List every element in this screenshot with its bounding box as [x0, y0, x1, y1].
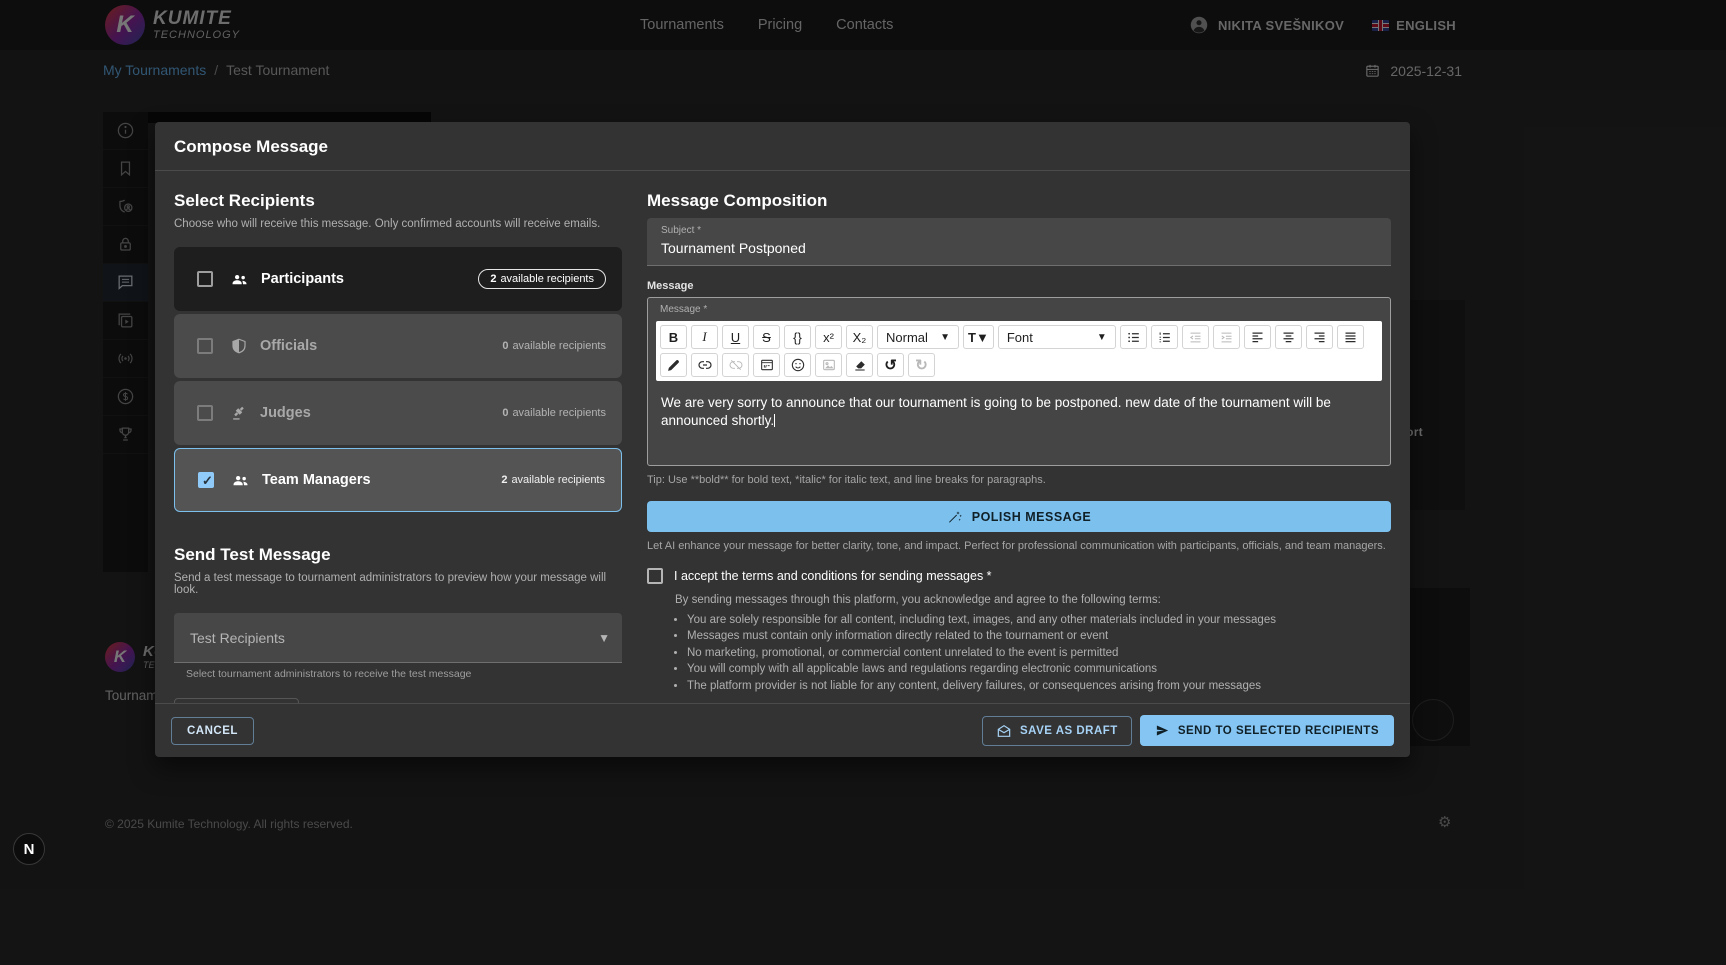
terms-checkbox-row[interactable]: I accept the terms and conditions for se…: [647, 568, 1391, 584]
subscript-button[interactable]: X₂: [846, 325, 873, 349]
send-icon: [1155, 723, 1170, 738]
insert-image-button: [815, 353, 842, 377]
participants-checkbox[interactable]: [197, 271, 213, 287]
chevron-down-icon: ▼: [976, 330, 989, 345]
terms-bullet: You will comply with all applicable laws…: [687, 662, 1391, 677]
terms-checkbox-label: I accept the terms and conditions for se…: [674, 569, 992, 583]
align-left-button[interactable]: [1244, 325, 1271, 349]
terms-bullet: Messages must contain only information d…: [687, 629, 1391, 644]
team-managers-checkbox[interactable]: [198, 472, 214, 488]
terms-checkbox[interactable]: [647, 568, 663, 584]
formatting-tip: Tip: Use **bold** for bold text, *italic…: [647, 474, 1391, 486]
terms-bullet: No marketing, promotional, or commercial…: [687, 646, 1391, 661]
recipient-group-officials: Officials 0available recipients: [174, 314, 622, 378]
subject-field[interactable]: Subject * Tournament Postponed: [647, 218, 1391, 266]
save-as-draft-button[interactable]: SAVE AS DRAFT: [982, 716, 1132, 746]
group-label: Judges: [260, 405, 311, 421]
emoji-button[interactable]: [784, 353, 811, 377]
recipient-group-participants[interactable]: Participants 2available recipients: [174, 247, 622, 311]
officials-checkbox: [197, 338, 213, 354]
pen-button[interactable]: [660, 353, 687, 377]
outdent-button: [1182, 325, 1209, 349]
composition-title: Message Composition: [647, 191, 1391, 211]
magic-wand-icon: [947, 509, 963, 525]
compose-message-dialog: Compose Message Select Recipients Choose…: [155, 122, 1410, 757]
draft-envelope-icon: [996, 723, 1012, 739]
code-button[interactable]: {}: [784, 325, 811, 349]
gavel-icon: [230, 404, 248, 422]
clear-formatting-button[interactable]: [846, 353, 873, 377]
recipient-group-judges: Judges 0available recipients: [174, 381, 622, 445]
text-color-button[interactable]: T▼: [963, 325, 994, 349]
terms-bullet: The platform provider is not liable for …: [687, 679, 1391, 694]
send-test-title: Send Test Message: [174, 545, 622, 565]
people-icon: [231, 471, 250, 490]
undo-button[interactable]: ↺: [877, 353, 904, 377]
page: K KUMITE TECHNOLOGY Tournaments Pricing …: [0, 0, 1726, 965]
subject-value[interactable]: Tournament Postponed: [661, 240, 1377, 256]
italic-button[interactable]: I: [691, 325, 718, 349]
bold-button[interactable]: B: [660, 325, 687, 349]
test-recipients-helper: Select tournament administrators to rece…: [186, 668, 622, 680]
bulleted-list-button[interactable]: [1120, 325, 1147, 349]
group-label: Officials: [260, 338, 317, 354]
numbered-list-button[interactable]: [1151, 325, 1178, 349]
group-label: Participants: [261, 271, 344, 287]
insert-link-button[interactable]: [691, 353, 718, 377]
recipient-count: 2available recipients: [501, 474, 605, 486]
select-recipients-title: Select Recipients: [174, 191, 622, 211]
people-icon: [230, 270, 249, 289]
chevron-down-icon: ▼: [1097, 332, 1107, 343]
dialog-footer: CANCEL SAVE AS DRAFT SEND TO SELECTED RE…: [155, 703, 1410, 757]
judges-checkbox: [197, 405, 213, 421]
subject-label: Subject *: [661, 225, 1377, 236]
group-label: Team Managers: [262, 472, 371, 488]
align-center-button[interactable]: [1275, 325, 1302, 349]
align-right-button[interactable]: [1306, 325, 1333, 349]
terms-bullet: You are solely responsible for all conte…: [687, 613, 1391, 628]
recipient-count-badge: 2available recipients: [478, 269, 606, 289]
terms-intro: By sending messages through this platfor…: [675, 594, 1391, 606]
terms-list: You are solely responsible for all conte…: [687, 613, 1391, 694]
test-recipients-value: Test Recipients: [190, 630, 285, 646]
shield-icon: [230, 337, 248, 355]
editor-toolbar: B I U S {} x² X₂ Normal▼ T▼ Font▼: [656, 321, 1382, 381]
underline-button[interactable]: U: [722, 325, 749, 349]
superscript-button[interactable]: x²: [815, 325, 842, 349]
recipient-count: 0available recipients: [502, 407, 606, 419]
indent-button: [1213, 325, 1240, 349]
chevron-down-icon: ▼: [940, 332, 950, 343]
send-to-recipients-button[interactable]: SEND TO SELECTED RECIPIENTS: [1140, 715, 1394, 746]
chevron-down-icon: ▼: [598, 631, 610, 645]
dev-badge[interactable]: N: [13, 833, 45, 865]
test-recipients-select[interactable]: Test Recipients ▼: [174, 613, 622, 663]
text-caret: [774, 414, 775, 427]
paragraph-style-select[interactable]: Normal▼: [877, 325, 959, 349]
message-body-input[interactable]: We are very sorry to announce that our t…: [648, 381, 1390, 465]
strikethrough-button[interactable]: S: [753, 325, 780, 349]
recipient-count: 0available recipients: [502, 340, 606, 352]
message-heading: Message: [647, 280, 1391, 292]
justify-button[interactable]: [1337, 325, 1364, 349]
message-field-label: Message *: [648, 298, 1390, 319]
cancel-button[interactable]: CANCEL: [171, 717, 254, 745]
redo-button: ↻: [908, 353, 935, 377]
send-test-description: Send a test message to tournament admini…: [174, 572, 622, 596]
remove-link-button: [722, 353, 749, 377]
font-select[interactable]: Font▼: [998, 325, 1116, 349]
polish-description: Let AI enhance your message for better c…: [647, 540, 1391, 552]
recipient-group-team-managers[interactable]: Team Managers 2available recipients: [174, 448, 622, 512]
message-editor: Message * B I U S {} x² X₂ Normal▼ T▼ Fo…: [647, 297, 1391, 466]
dialog-title: Compose Message: [155, 122, 1410, 171]
select-recipients-description: Choose who will receive this message. On…: [174, 218, 622, 230]
insert-embed-button[interactable]: [753, 353, 780, 377]
polish-message-button[interactable]: POLISH MESSAGE: [647, 501, 1391, 532]
